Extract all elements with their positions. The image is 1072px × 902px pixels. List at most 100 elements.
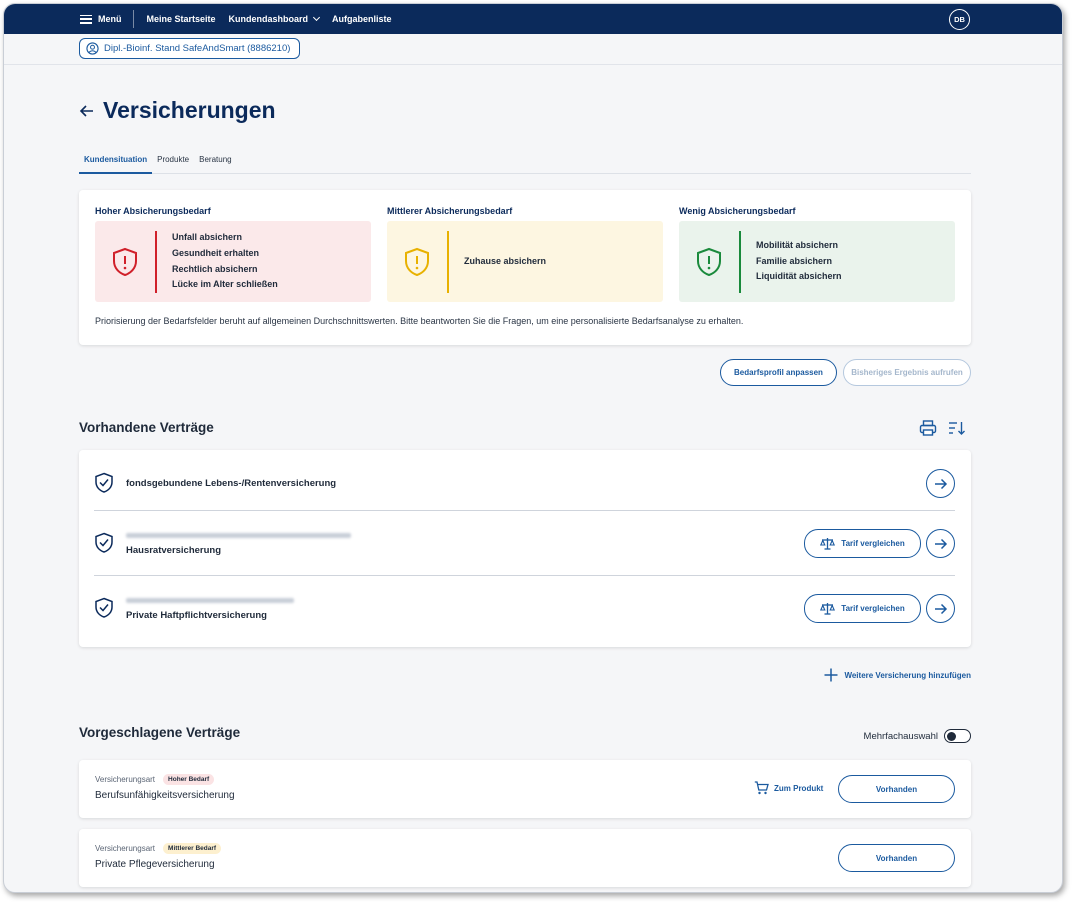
suggested-contract-name: Berufsunfähigkeitsversicherung (95, 790, 235, 801)
shield-alert-icon (387, 247, 447, 277)
adjust-profile-button[interactable]: Bedarfsprofil anpassen (720, 359, 837, 386)
open-contract-button[interactable] (926, 594, 955, 623)
scales-icon (820, 603, 836, 615)
to-product-label: Zum Produkt (774, 783, 824, 793)
app-window: Menü Meine Startseite Kundendashboard Au… (3, 3, 1063, 893)
blurred-insurer (126, 598, 294, 603)
toggle-knob (947, 731, 956, 741)
need-high-box: Unfall absichern Gesundheit erhalten Rec… (95, 221, 371, 302)
contract-name: fondsgebundene Lebens-/Rentenversicherun… (126, 478, 337, 489)
need-low-box: Mobilität absichern Familie absichern Li… (679, 221, 955, 302)
back-arrow-icon[interactable] (79, 104, 95, 118)
contract-name: Hausratversicherung (126, 545, 222, 556)
needs-note: Priorisierung der Bedarfsfelder beruht a… (95, 316, 744, 326)
customer-name: Dipl.-Bioinf. Stand SafeAndSmart (888621… (104, 43, 291, 54)
compare-tariff-button[interactable]: Tarif vergleichen (804, 594, 921, 623)
add-insurance-label: Weitere Versicherung hinzufügen (844, 670, 971, 680)
need-item: Zuhause absichern (464, 255, 547, 266)
arrow-right-icon (934, 478, 947, 489)
page-title: Versicherungen (103, 97, 276, 123)
nav-label: Aufgabenliste (332, 14, 392, 24)
shield-alert-icon (95, 247, 155, 277)
tab-bar: Kundensituation Produkte Beratung (79, 153, 971, 174)
need-high-list: Unfall absichern Gesundheit erhalten Rec… (157, 230, 278, 293)
need-badge: Hoher Bedarf (163, 774, 215, 785)
contract-row[interactable]: fondsgebundene Lebens-/Rentenversicherun… (94, 469, 955, 500)
contract-row[interactable]: Hausratversicherung Tarif vergleichen (94, 529, 955, 560)
menu-button[interactable]: Menü (80, 10, 134, 28)
customer-chip[interactable]: Dipl.-Bioinf. Stand SafeAndSmart (888621… (79, 38, 301, 59)
open-contract-button[interactable] (926, 469, 955, 498)
need-high-column: Hoher Absicherungsbedarf Unfall absicher… (95, 206, 371, 302)
page-header: Versicherungen (79, 97, 276, 124)
nav-aufgabenliste[interactable]: Aufgabenliste (332, 14, 392, 24)
add-insurance-link[interactable]: Weitere Versicherung hinzufügen (824, 668, 971, 682)
nav-meine-startseite[interactable]: Meine Startseite (147, 14, 216, 24)
hamburger-icon (80, 14, 92, 24)
suggested-type-row: Versicherungsart Hoher Bedarf (95, 774, 215, 785)
shopping-cart-icon (754, 781, 769, 795)
user-avatar[interactable]: DB (949, 9, 970, 30)
need-item: Familie absichern (756, 255, 833, 266)
suggested-contract-card: Versicherungsart Hoher Bedarf Berufsunfä… (79, 760, 971, 818)
need-low-list: Mobilität absichern Familie absichern Li… (741, 238, 842, 285)
row-divider (94, 575, 955, 576)
tab-beratung[interactable]: Beratung (194, 153, 236, 174)
arrow-right-icon (934, 538, 947, 549)
need-medium-box: Zuhause absichern (387, 221, 663, 302)
to-product-link[interactable]: Zum Produkt (754, 781, 823, 795)
existing-contracts-title: Vorhandene Verträge (79, 420, 214, 435)
need-low-heading: Wenig Absicherungsbedarf (679, 206, 796, 216)
existing-button[interactable]: Vorhanden (838, 775, 955, 803)
existing-button[interactable]: Vorhanden (838, 844, 955, 872)
need-medium-column: Mittlerer Absicherungsbedarf Zuhause abs… (387, 206, 663, 302)
need-item: Rechtlich absichern (172, 263, 258, 274)
compare-label: Tarif vergleichen (841, 604, 905, 613)
shield-alert-icon (679, 247, 739, 277)
multi-select-label: Mehrfachauswahl (863, 730, 938, 742)
tab-produkte[interactable]: Produkte (152, 153, 194, 174)
plus-icon (824, 668, 838, 682)
customer-bar: Dipl.-Bioinf. Stand SafeAndSmart (888621… (4, 34, 1062, 65)
previous-result-button[interactable]: Bisheriges Ergebnis aufrufen (843, 359, 971, 386)
suggested-contract-card: Versicherungsart Mittlerer Bedarf Privat… (79, 829, 971, 887)
need-item: Liquidität absichern (756, 271, 842, 282)
multi-select-control: Mehrfachauswahl (864, 729, 971, 743)
need-badge: Mittlerer Bedarf (163, 843, 222, 854)
need-low-column: Wenig Absicherungsbedarf Mobilität absic… (679, 206, 955, 302)
type-label: Versicherungsart (95, 775, 156, 784)
arrow-right-icon (934, 603, 947, 614)
compare-label: Tarif vergleichen (841, 539, 905, 548)
need-high-heading: Hoher Absicherungsbedarf (95, 206, 211, 216)
need-medium-heading: Mittlerer Absicherungsbedarf (387, 206, 513, 216)
scales-icon (820, 538, 836, 550)
suggested-contract-name: Private Pflegeversicherung (95, 859, 215, 870)
need-medium-list: Zuhause absichern (449, 254, 546, 270)
need-item: Mobilität absichern (756, 239, 839, 250)
top-navigation-bar: Menü Meine Startseite Kundendashboard Au… (4, 4, 1062, 34)
nav-label: Meine Startseite (146, 14, 216, 24)
need-item: Unfall absichern (172, 231, 243, 242)
sort-icon[interactable] (948, 420, 966, 436)
open-contract-button[interactable] (926, 529, 955, 558)
need-item: Lücke im Alter schließen (172, 279, 278, 290)
nav-label: Kundendashboard (228, 14, 309, 24)
suggested-contracts-title: Vorgeschlagene Verträge (79, 725, 241, 740)
need-item: Gesundheit erhalten (172, 247, 260, 258)
compare-tariff-button[interactable]: Tarif vergleichen (804, 529, 921, 558)
shield-check-icon (95, 532, 113, 553)
existing-contracts-list: fondsgebundene Lebens-/Rentenversicherun… (79, 450, 971, 647)
suggested-type-row: Versicherungsart Mittlerer Bedarf (95, 843, 222, 854)
tab-kundensituation[interactable]: Kundensituation (79, 153, 153, 174)
user-circle-icon (86, 42, 99, 55)
blurred-insurer (126, 533, 351, 538)
contract-row[interactable]: Private Haftpflichtversicherung Tarif ve… (94, 594, 955, 625)
nav-kundendashboard[interactable]: Kundendashboard (228, 13, 321, 24)
chevron-down-icon (313, 13, 321, 22)
contract-name: Private Haftpflichtversicherung (126, 610, 267, 621)
menu-label: Menü (98, 14, 122, 24)
needs-overview-card: Hoher Absicherungsbedarf Unfall absicher… (79, 190, 971, 345)
print-icon[interactable] (919, 419, 937, 437)
multi-select-toggle[interactable] (944, 729, 971, 743)
shield-check-icon (95, 472, 113, 493)
